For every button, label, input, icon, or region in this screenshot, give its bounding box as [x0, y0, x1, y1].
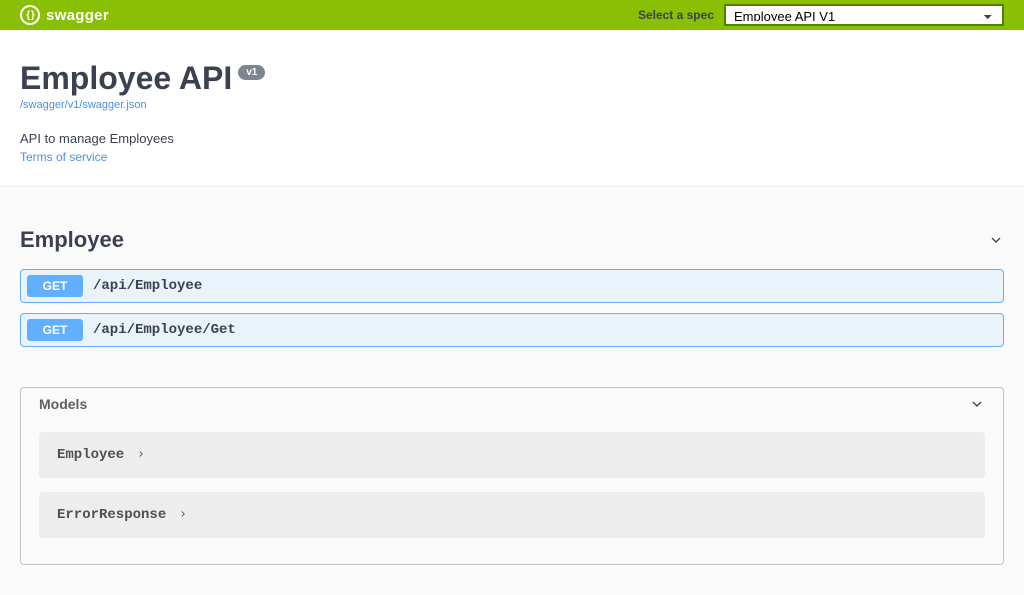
api-description: API to manage Employees [20, 131, 1004, 146]
operation-path: /api/Employee [93, 278, 202, 294]
chevron-down-icon [969, 396, 985, 412]
main-content: Employee GET /api/Employee GET /api/Empl… [0, 217, 1024, 595]
swagger-icon [20, 5, 40, 25]
chevron-down-icon [988, 232, 1004, 248]
operations-list: GET /api/Employee GET /api/Employee/Get [20, 269, 1004, 347]
model-errorresponse[interactable]: ErrorResponse [39, 492, 985, 538]
operation-get-employee[interactable]: GET /api/Employee [20, 269, 1004, 303]
terms-of-service-link[interactable]: Terms of service [20, 150, 107, 164]
operation-path: /api/Employee/Get [93, 322, 236, 338]
logo-text: swagger [46, 7, 109, 24]
info-section: Employee API v1 /swagger/v1/swagger.json… [0, 30, 1024, 187]
chevron-right-icon [178, 506, 188, 524]
model-name: Employee [57, 447, 124, 463]
spec-label: Select a spec [638, 8, 714, 22]
page-title: Employee API v1 [20, 60, 265, 97]
chevron-right-icon [136, 446, 146, 464]
api-title-text: Employee API [20, 60, 232, 97]
method-badge: GET [27, 275, 83, 297]
tag-name: Employee [20, 227, 124, 253]
model-name: ErrorResponse [57, 507, 166, 523]
logo[interactable]: swagger [20, 5, 109, 25]
model-employee[interactable]: Employee [39, 432, 985, 478]
spec-selector-area: Select a spec Employee API V1 [638, 4, 1004, 26]
method-badge: GET [27, 319, 83, 341]
spec-url-link[interactable]: /swagger/v1/swagger.json [20, 99, 1004, 111]
models-section: Models Employee ErrorResponse [20, 387, 1004, 565]
models-title: Models [39, 396, 87, 412]
topbar: swagger Select a spec Employee API V1 [0, 0, 1024, 30]
models-header[interactable]: Models [21, 388, 1003, 420]
operation-get-employee-get[interactable]: GET /api/Employee/Get [20, 313, 1004, 347]
models-list: Employee ErrorResponse [21, 420, 1003, 564]
version-badge: v1 [238, 65, 265, 80]
tag-employee-header[interactable]: Employee [20, 217, 1004, 263]
spec-select[interactable]: Employee API V1 [724, 4, 1004, 26]
